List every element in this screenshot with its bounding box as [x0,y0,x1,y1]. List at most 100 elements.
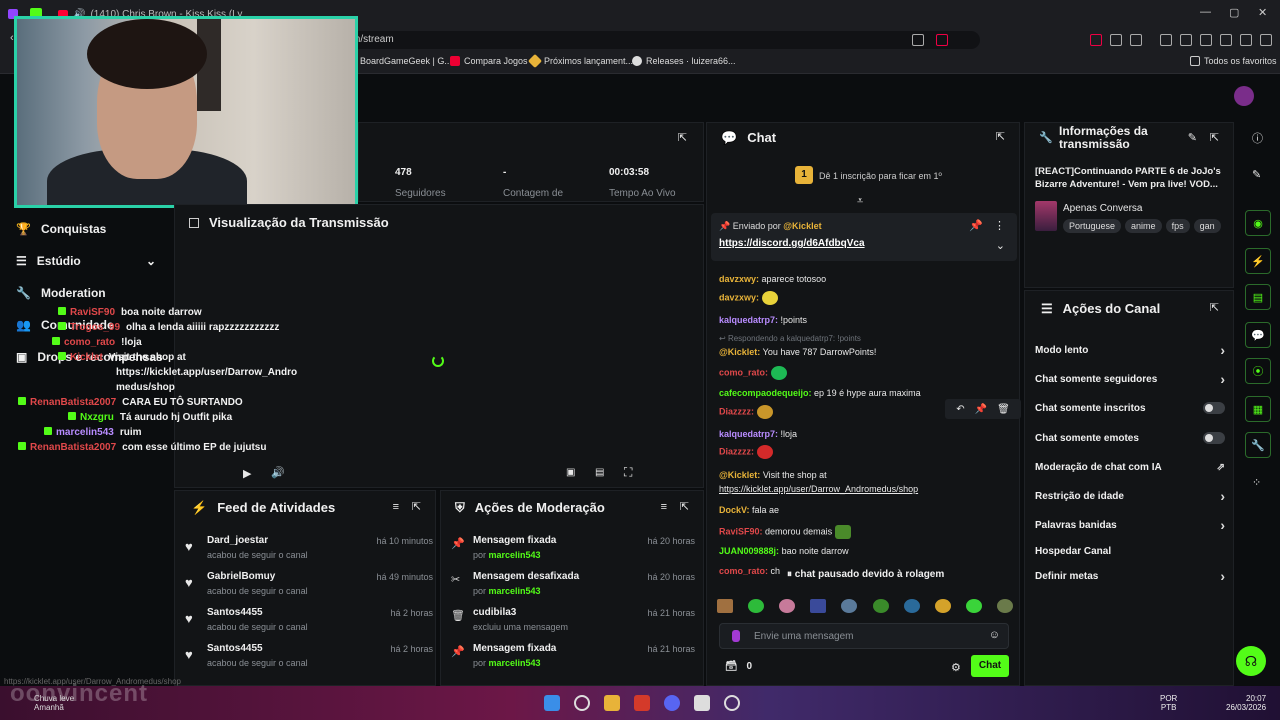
chat-paused-banner[interactable]: ⏸ chat pausado devido à rolagem [787,569,944,580]
emote-icon[interactable] [965,599,982,613]
sub-banner-text[interactable]: Dê 1 inscrição para ficar em 1º [819,171,942,181]
play-icon[interactable]: ▶ [243,467,251,480]
tag[interactable]: fps [1165,219,1190,233]
volume-icon[interactable]: 🔊 [271,466,285,479]
emote-icon[interactable] [903,599,920,613]
emote-icon[interactable] [841,599,858,613]
reply-icon[interactable]: ↶ [956,404,964,415]
info-icon[interactable]: ⓘ [1252,130,1263,146]
popout-icon[interactable]: ⇱ [680,500,689,513]
action-subscribers-only[interactable]: Chat somente inscritos [1035,402,1225,414]
emote-icon[interactable] [779,599,796,613]
action-banned-words[interactable]: Palavras banidas › [1035,517,1225,533]
action-host-channel[interactable]: Hospedar Canal [1035,546,1225,557]
obs-icon[interactable] [724,695,740,711]
category-name[interactable]: Apenas Conversa [1063,203,1143,214]
emotes-only-toggle[interactable] [1203,432,1225,444]
tag[interactable]: Portuguese [1063,219,1122,233]
language-indicator[interactable]: POR PTB [1160,694,1177,712]
file-explorer-icon[interactable] [604,695,620,711]
popout-icon[interactable]: ⇱ [1210,301,1219,314]
rail-broadcast-button[interactable]: ⦿ [1245,358,1271,384]
chat-link[interactable]: https://kicklet.app/user/Darrow_Andromed… [719,484,918,494]
app-icon[interactable] [694,695,710,711]
bookmark-compara-jogos[interactable]: Compara Jogos [450,56,528,66]
action-ai-moderation[interactable]: Moderação de chat com IA ⇗ [1035,462,1225,473]
pin-icon[interactable]: 📌 [975,404,987,415]
popout-icon[interactable]: ⇱ [678,131,687,144]
action-emotes-only[interactable]: Chat somente emotes [1035,432,1225,444]
pip-icon[interactable]: ▤ [595,467,604,478]
filter-icon[interactable]: ≡ [661,501,667,513]
clock[interactable]: 20:07 26/03/2026 [1226,694,1266,712]
settings-icon[interactable] [1260,34,1272,46]
rail-wrench-button[interactable]: 🔧 [1245,432,1271,458]
theater-icon[interactable]: ▣ [566,467,575,478]
help-button[interactable]: ☊ [1236,646,1266,676]
rail-doc-button[interactable]: ▤ [1245,284,1271,310]
unpin-button[interactable]: 📌 [969,219,983,232]
chat-input[interactable]: Envie uma mensagem ☺ [719,623,1009,649]
bookmark-boardgamegeek[interactable]: BoardGameGeek | G... [360,56,452,66]
popout-icon[interactable]: ⇱ [412,500,421,513]
bookmark-proximos[interactable]: Próximos lançament... [527,53,633,69]
avatar[interactable] [1234,86,1254,106]
fullscreen-icon[interactable]: ⛶ [624,465,632,480]
emote-icon[interactable] [996,599,1013,613]
emote-icon[interactable] [748,599,765,613]
sidebar-icon[interactable] [1180,34,1192,46]
collapse-icon[interactable]: ⩡ [857,195,863,208]
action-followers-only[interactable]: Chat somente seguidores › [1035,371,1225,387]
shield-icon[interactable] [1240,34,1252,46]
emote-icon[interactable] [872,599,889,613]
expand-icon[interactable]: ⌄ [996,239,1005,252]
pinned-link[interactable]: https://discord.gg/d6AfdbqVca [719,238,865,249]
rail-camera-button[interactable]: ◉ [1245,210,1271,236]
subscribers-only-toggle[interactable] [1203,402,1225,414]
popout-icon[interactable]: ⇱ [1210,131,1219,144]
url-input[interactable]: m/stream [340,31,980,49]
minimize-button[interactable]: — [1200,6,1211,18]
nav-moderation[interactable]: 🔧 Moderation [16,286,106,300]
youtube-ext-icon[interactable] [1090,34,1102,46]
search-icon[interactable] [574,695,590,711]
nav-conquistas[interactable]: 🏆 Conquistas [16,222,106,236]
emote-icon[interactable] [810,599,827,613]
discord-icon[interactable] [664,695,680,711]
popout-icon[interactable]: ⇱ [996,130,1005,143]
tag[interactable]: anime [1125,219,1162,233]
send-chat-button[interactable]: Chat [971,655,1009,677]
music-icon[interactable] [1160,34,1172,46]
emoji-icon[interactable]: ☺ [989,629,1000,641]
delete-icon[interactable]: 🗑 [997,404,1010,415]
all-bookmarks[interactable]: Todos os favoritos [1190,56,1277,66]
copilot-icon[interactable] [1220,34,1232,46]
action-slow-mode[interactable]: Modo lento › [1035,342,1225,358]
action-age-restriction[interactable]: Restrição de idade › [1035,488,1225,504]
more-options-icon[interactable]: ⋮ [994,219,1005,232]
points-display[interactable]: 🗃 0 [725,661,752,672]
apps-icon[interactable]: ⁘ [1252,476,1261,489]
screenshot-icon[interactable] [1110,34,1122,46]
filter-icon[interactable]: ≡ [393,501,399,513]
tag[interactable]: gan [1193,219,1221,233]
rail-chat-button[interactable]: 💬 [1245,322,1271,348]
action-set-goals[interactable]: Definir metas › [1035,568,1225,584]
rail-bolt-button[interactable]: ⚡ [1245,248,1271,274]
maximize-button[interactable]: ▢ [1229,6,1239,19]
emote-icon[interactable] [934,599,951,613]
start-icon[interactable] [544,695,560,711]
brave-icon[interactable] [634,695,650,711]
edit-icon[interactable]: ✎ [1188,131,1197,144]
share-icon[interactable] [912,34,924,46]
nav-estudio[interactable]: ☰ Estúdio ⌄ [16,254,156,268]
chat-settings-icon[interactable]: ⚙ [951,661,961,674]
favorites-icon[interactable] [1200,34,1212,46]
edit-icon[interactable]: ✎ [1252,168,1261,181]
bookmark-releases[interactable]: Releases · luizera66... [632,56,736,66]
emote-icon[interactable] [717,599,733,613]
mic-icon[interactable] [732,630,740,642]
close-window-button[interactable]: ✕ [1258,6,1267,19]
tab-icon[interactable] [1130,34,1142,46]
extension-icon[interactable] [936,34,948,46]
